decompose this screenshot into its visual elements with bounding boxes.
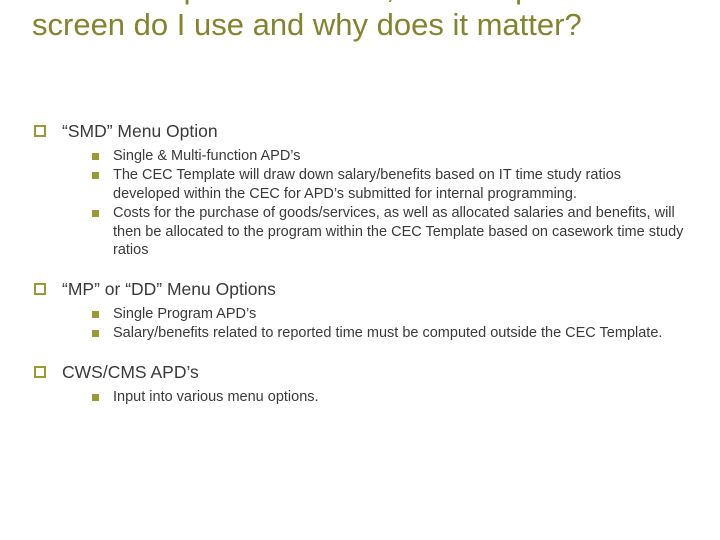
square-outline-icon bbox=[34, 283, 46, 295]
bullet-level2: Costs for the purchase of goods/services… bbox=[92, 204, 684, 260]
bullet-level2: Single & Multi-function APD’s bbox=[92, 147, 684, 166]
bullet-text: CWS/CMS APD’s bbox=[62, 361, 199, 384]
square-filled-icon bbox=[92, 394, 99, 401]
bullet-text: Single Program APD’s bbox=[113, 305, 256, 324]
bullet-text: Costs for the purchase of goods/services… bbox=[113, 204, 684, 260]
bullet-level2: Salary/benefits related to reported time… bbox=[92, 324, 684, 343]
sub-bullet-group: Input into various menu options. bbox=[92, 388, 684, 407]
square-filled-icon bbox=[92, 311, 99, 318]
bullet-level1: “MP” or “DD” Menu Options bbox=[34, 278, 684, 301]
bullet-level2: The CEC Template will draw down salary/b… bbox=[92, 166, 684, 203]
bullet-text: The CEC Template will draw down salary/b… bbox=[113, 166, 684, 203]
sub-bullet-group: Single Program APD’s Salary/benefits rel… bbox=[92, 305, 684, 343]
slide-body: “SMD” Menu Option Single & Multi-functio… bbox=[34, 120, 684, 407]
bullet-text: Input into various menu options. bbox=[113, 388, 319, 407]
bullet-text: “SMD” Menu Option bbox=[62, 120, 218, 143]
bullet-level2: Input into various menu options. bbox=[92, 388, 684, 407]
bullet-level1: “SMD” Menu Option bbox=[34, 120, 684, 143]
square-filled-icon bbox=[92, 153, 99, 160]
bullet-level2: Single Program APD’s bbox=[92, 305, 684, 324]
square-filled-icon bbox=[92, 210, 99, 217]
square-filled-icon bbox=[92, 172, 99, 179]
bullet-text: “MP” or “DD” Menu Options bbox=[62, 278, 276, 301]
square-outline-icon bbox=[34, 125, 46, 137]
bullet-level1: CWS/CMS APD’s bbox=[34, 361, 684, 384]
bullet-text: Salary/benefits related to reported time… bbox=[113, 324, 662, 343]
slide: For Developmental APD's, which input scr… bbox=[0, 0, 720, 540]
square-outline-icon bbox=[34, 366, 46, 378]
square-filled-icon bbox=[92, 330, 99, 337]
sub-bullet-group: Single & Multi-function APD’s The CEC Te… bbox=[92, 147, 684, 260]
bullet-text: Single & Multi-function APD’s bbox=[113, 147, 301, 166]
slide-title: For Developmental APD's, which input scr… bbox=[32, 0, 652, 43]
